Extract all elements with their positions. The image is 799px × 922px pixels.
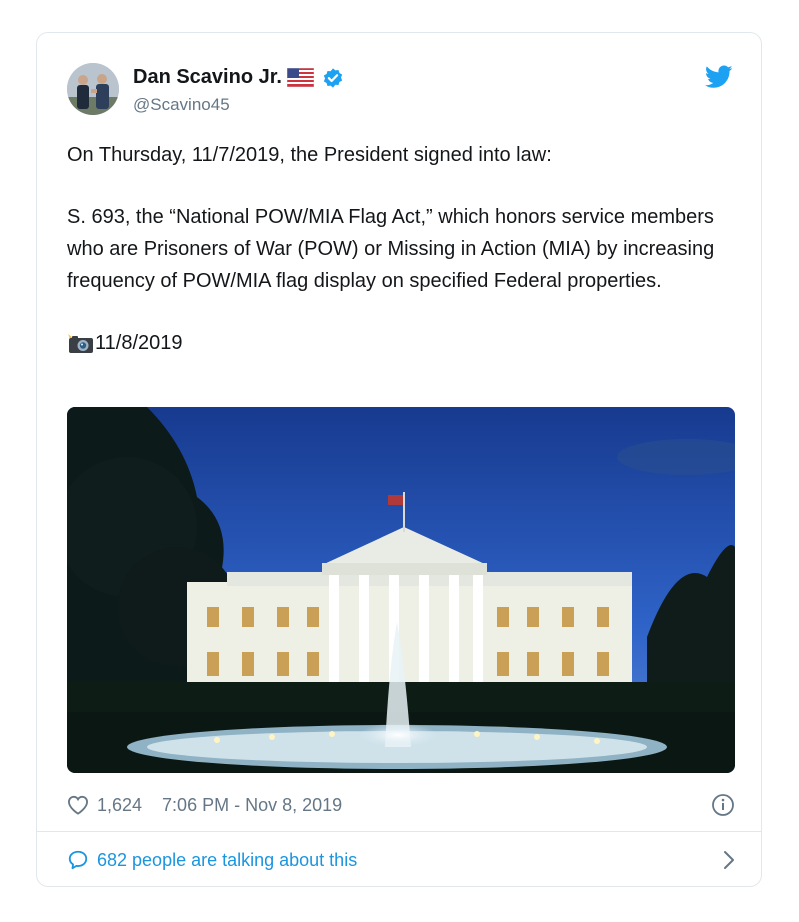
twitter-bird-icon[interactable] [704,65,733,89]
author-name[interactable]: Dan Scavino Jr. [133,66,282,89]
conversation-link[interactable]: 682 people are talking about this [67,845,735,875]
tweet-timestamp[interactable]: 7:06 PM - Nov 8, 2019 [162,795,342,816]
heart-icon[interactable] [67,795,89,815]
camera-with-flash-icon [67,332,95,354]
white-house-photo[interactable] [67,407,735,773]
author-handle[interactable]: @Scavino45 [133,95,230,115]
photo-caption: 11/8/2019 [67,327,737,359]
tweet-text: On Thursday, 11/7/2019, the President si… [67,139,737,359]
tweet-paragraph-2: S. 693, the “National POW/MIA Flag Act,”… [67,206,715,292]
us-flag-icon [286,67,315,88]
photo-date: 11/8/2019 [95,332,183,354]
speech-bubble-icon [67,849,89,871]
conversation-count[interactable]: 682 people are talking about this [97,850,357,871]
like-count[interactable]: 1,624 [97,795,142,816]
chevron-right-icon[interactable] [723,850,735,870]
divider [37,831,761,832]
author-avatar[interactable] [67,63,119,115]
verified-badge-icon [322,67,344,89]
tweet-card: Dan Scavino Jr. @Scavino45 On Thursday, … [36,32,762,887]
tweet-paragraph-1: On Thursday, 11/7/2019, the President si… [67,144,552,166]
tweet-meta: 1,624 7:06 PM - Nov 8, 2019 [67,791,735,819]
info-icon[interactable] [711,793,735,817]
